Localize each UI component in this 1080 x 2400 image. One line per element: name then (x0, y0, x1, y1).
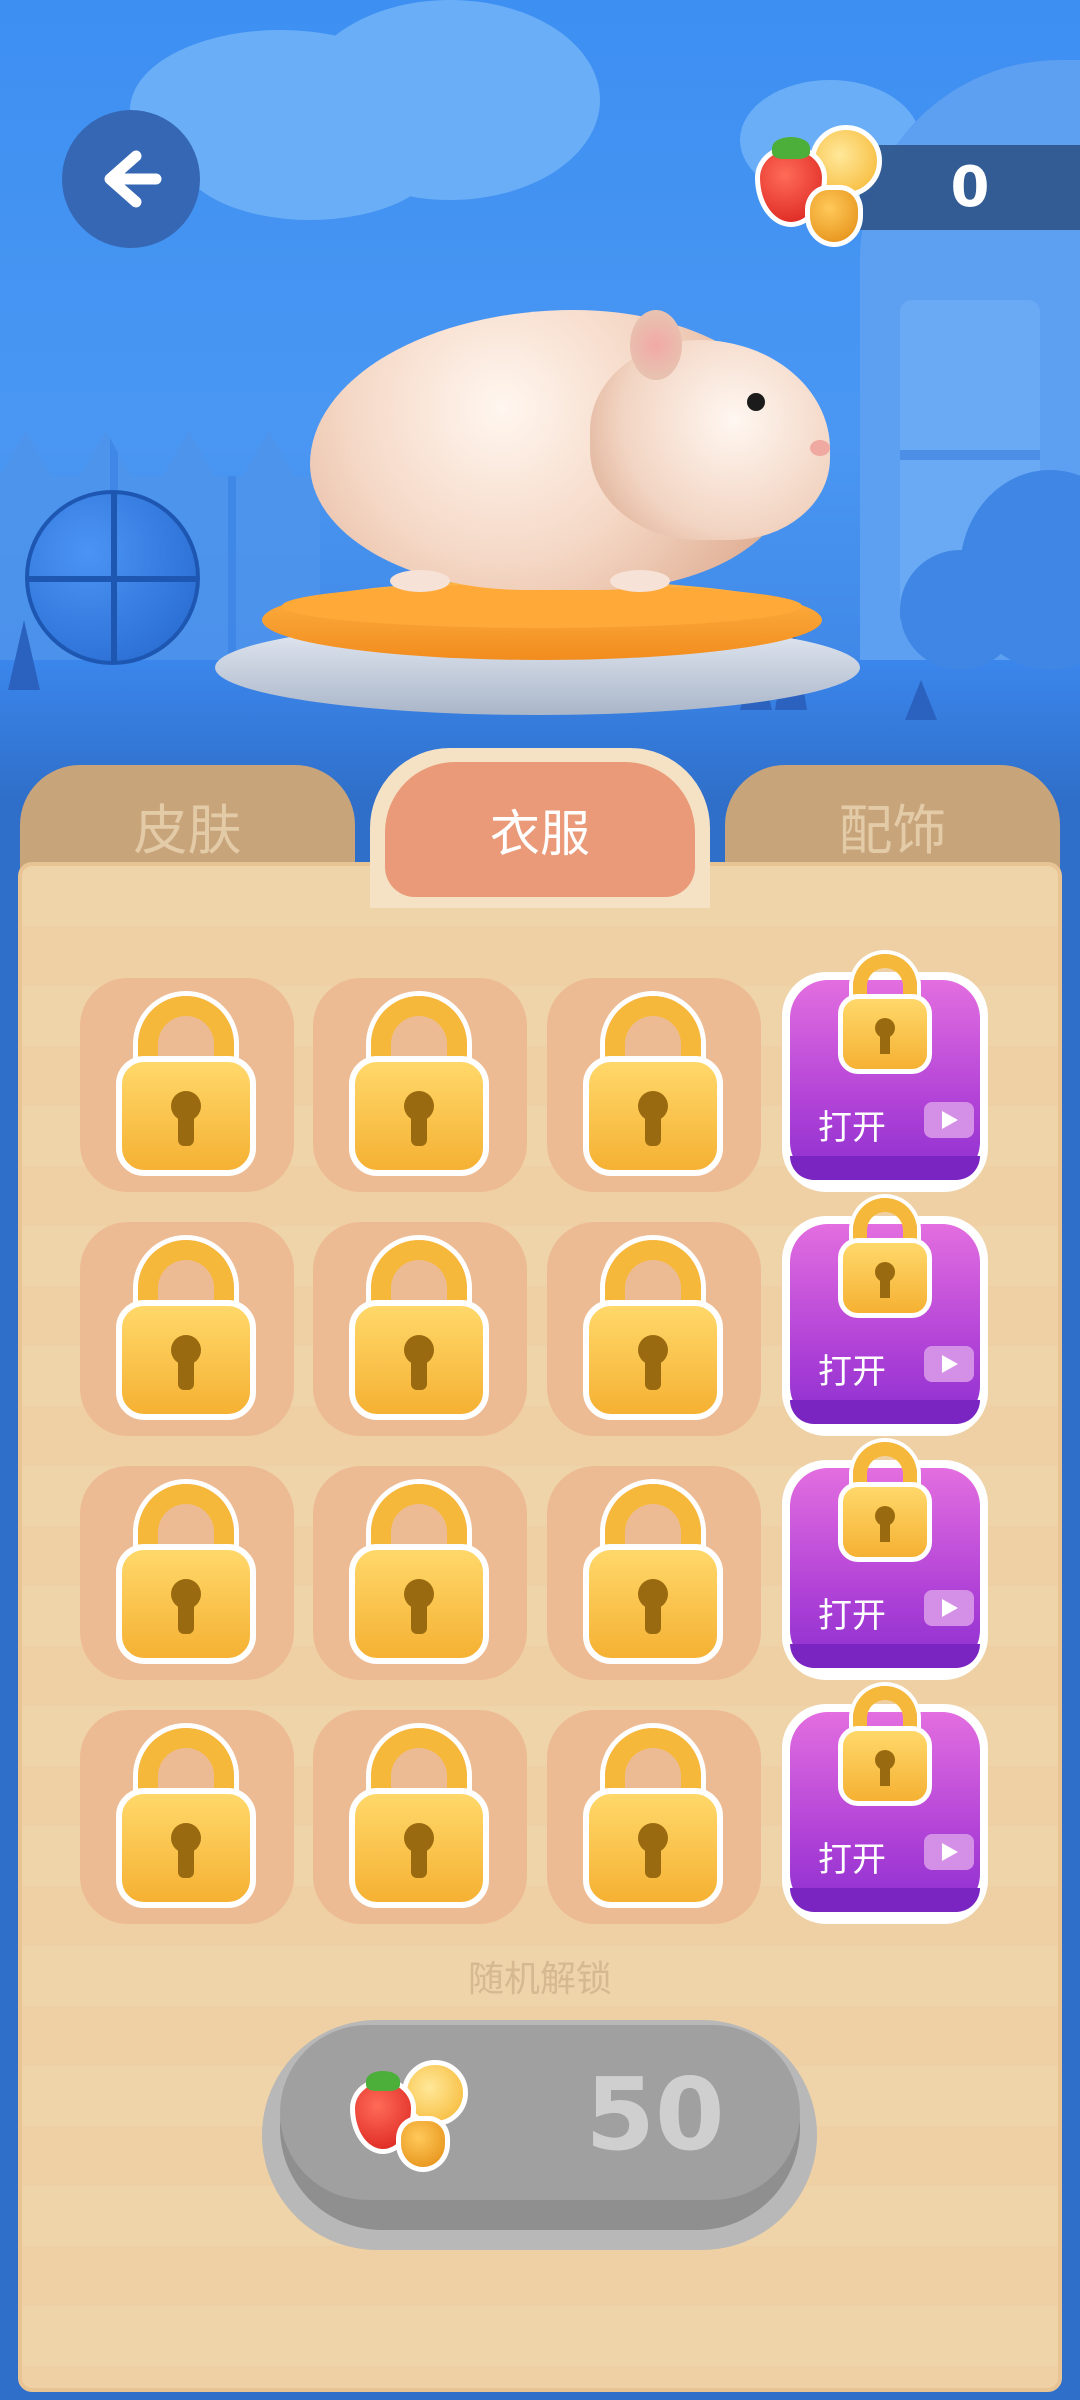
random-unlock-cost: 50 (585, 2056, 725, 2173)
hamster-character[interactable] (310, 300, 830, 600)
tab-clothes[interactable]: 衣服 (385, 762, 695, 897)
tab-skin-label: 皮肤 (133, 798, 242, 862)
fruit-coin-icon (350, 2060, 480, 2175)
ad-unlock-button[interactable]: 打开 (782, 1686, 988, 1924)
fruit-coin-icon (755, 125, 895, 250)
hamster-head (590, 340, 830, 540)
padlock-icon (583, 1484, 723, 1664)
padlock-icon (116, 1728, 256, 1908)
locked-item-slot[interactable] (80, 1222, 294, 1436)
padlock-icon (838, 954, 932, 1074)
video-play-icon (924, 1346, 974, 1382)
video-play-icon (924, 1590, 974, 1626)
hamster-eye (747, 393, 765, 411)
grass (905, 680, 937, 720)
padlock-icon (838, 1442, 932, 1562)
padlock-icon (349, 1240, 489, 1420)
padlock-icon (349, 1728, 489, 1908)
hamster-ear (630, 310, 682, 380)
hamster-foot (390, 570, 450, 592)
ad-unlock-label: 打开 (818, 1108, 886, 1148)
padlock-icon (583, 1728, 723, 1908)
locked-item-slot[interactable] (547, 1222, 761, 1436)
random-unlock-button[interactable]: 50 (280, 2025, 800, 2230)
padlock-icon (349, 996, 489, 1176)
bush (900, 550, 1020, 670)
locked-item-slot[interactable] (313, 1222, 527, 1436)
basketball (25, 490, 200, 665)
video-play-icon (924, 1834, 974, 1870)
locked-item-slot[interactable] (80, 978, 294, 1192)
padlock-icon (349, 1484, 489, 1664)
padlock-icon (116, 996, 256, 1176)
hamster-nose (810, 440, 830, 456)
locked-item-slot[interactable] (80, 1710, 294, 1924)
video-play-icon (924, 1102, 974, 1138)
padlock-icon (116, 1240, 256, 1420)
locked-item-slot[interactable] (313, 1466, 527, 1680)
locked-item-slot[interactable] (313, 1710, 527, 1924)
padlock-icon (838, 1686, 932, 1806)
currency-value: 0 (950, 155, 990, 220)
arrow-left-icon (104, 150, 162, 208)
locked-item-slot[interactable] (547, 1466, 761, 1680)
ad-unlock-label: 打开 (818, 1596, 886, 1636)
padlock-icon (583, 996, 723, 1176)
cloud (180, 90, 440, 220)
tab-clothes-label: 衣服 (490, 804, 590, 863)
padlock-icon (116, 1484, 256, 1664)
locked-item-slot[interactable] (313, 978, 527, 1192)
locked-item-slot[interactable] (547, 978, 761, 1192)
ad-unlock-button[interactable]: 打开 (782, 1198, 988, 1436)
ad-unlock-button[interactable]: 打开 (782, 1442, 988, 1680)
padlock-icon (838, 1198, 932, 1318)
ad-unlock-button[interactable]: 打开 (782, 954, 988, 1192)
locked-item-slot[interactable] (547, 1710, 761, 1924)
ad-unlock-label: 打开 (818, 1840, 886, 1880)
tab-accessories-label: 配饰 (838, 798, 947, 862)
back-button[interactable] (62, 110, 200, 248)
locked-item-slot[interactable] (80, 1466, 294, 1680)
grass (8, 620, 40, 690)
random-unlock-label: 随机解锁 (467, 1959, 612, 2000)
ad-unlock-label: 打开 (818, 1352, 886, 1392)
hamster-foot (610, 570, 670, 592)
padlock-icon (583, 1240, 723, 1420)
